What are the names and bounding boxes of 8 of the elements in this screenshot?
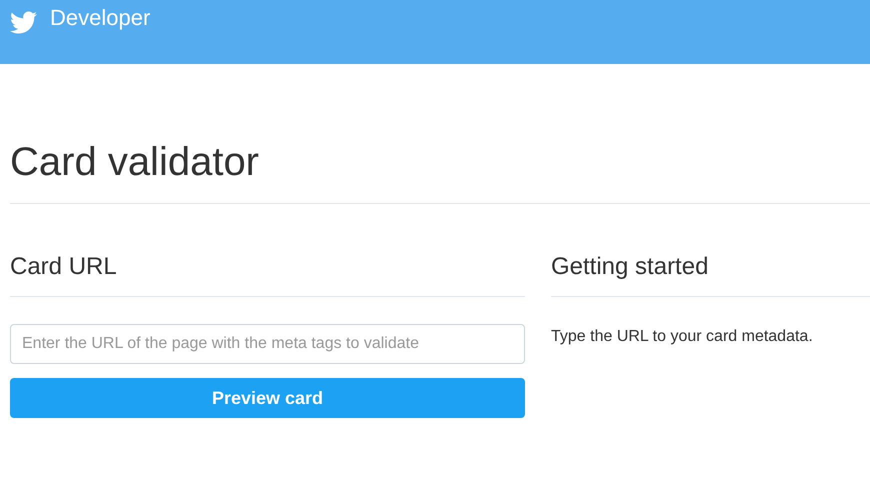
page-title: Card validator xyxy=(10,139,260,186)
section-heading: Getting started xyxy=(551,252,708,282)
section-heading: Card URL xyxy=(10,252,117,282)
bird-icon xyxy=(10,9,37,36)
url-field[interactable]: Enter the URL of the page with the meta tags to validate xyxy=(10,324,525,364)
help-text: Type the URL to your card metadata. xyxy=(551,327,813,347)
brand-name: Developer xyxy=(50,6,150,30)
preview-button[interactable]: Preview card xyxy=(10,378,525,418)
